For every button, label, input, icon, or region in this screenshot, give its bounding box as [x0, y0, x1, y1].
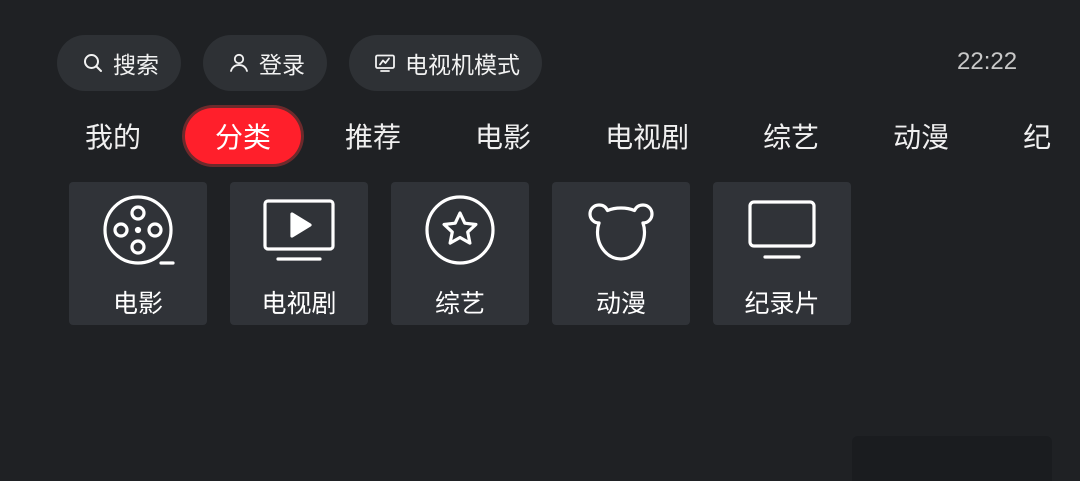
category-tile-documentary[interactable]: 纪录片: [713, 182, 851, 325]
category-label: 综艺: [434, 289, 485, 318]
category-tile-tv-series[interactable]: 电视剧: [230, 182, 368, 325]
category-tile-variety[interactable]: 综艺: [391, 182, 529, 325]
category-label: 纪录片: [744, 289, 820, 318]
tab-movies[interactable]: 电影: [445, 108, 561, 164]
category-tabs: 我的 分类 推荐 电影 电视剧 综艺 动漫 纪: [55, 108, 1080, 164]
monitor-icon: [745, 193, 819, 267]
tab-variety[interactable]: 综艺: [733, 108, 849, 164]
play-screen-icon: [262, 193, 336, 267]
category-tile-anime[interactable]: 动漫: [552, 182, 690, 325]
category-label: 电视剧: [261, 289, 337, 318]
user-icon: [227, 51, 251, 75]
background-panel-edge: [852, 436, 1052, 481]
category-label: 电影: [112, 289, 163, 318]
search-button[interactable]: 搜索: [57, 35, 181, 91]
search-icon: [81, 51, 105, 75]
login-label: 登录: [259, 53, 305, 79]
tab-categories[interactable]: 分类: [185, 108, 302, 164]
category-label: 动漫: [595, 289, 646, 318]
search-label: 搜索: [113, 53, 159, 79]
category-tile-movie[interactable]: 电影: [69, 182, 207, 325]
clock: 22:22: [957, 48, 1018, 75]
tv-icon: [373, 51, 397, 75]
star-circle-icon: [423, 193, 497, 267]
tab-mine[interactable]: 我的: [55, 108, 171, 164]
top-bar: 搜索 登录 电视机模式: [57, 35, 542, 91]
tab-tv-series[interactable]: 电视剧: [575, 108, 719, 164]
tv-mode-button[interactable]: 电视机模式: [349, 35, 542, 91]
login-button[interactable]: 登录: [203, 35, 327, 91]
tab-anime[interactable]: 动漫: [863, 108, 979, 164]
category-grid: 电影 电视剧 综艺 动漫 纪录片: [69, 182, 851, 325]
tv-mode-label: 电视机模式: [405, 53, 520, 79]
bear-icon: [584, 193, 658, 267]
tab-recommended[interactable]: 推荐: [315, 108, 431, 164]
film-reel-icon: [101, 193, 175, 267]
tab-documentary[interactable]: 纪: [993, 108, 1080, 164]
